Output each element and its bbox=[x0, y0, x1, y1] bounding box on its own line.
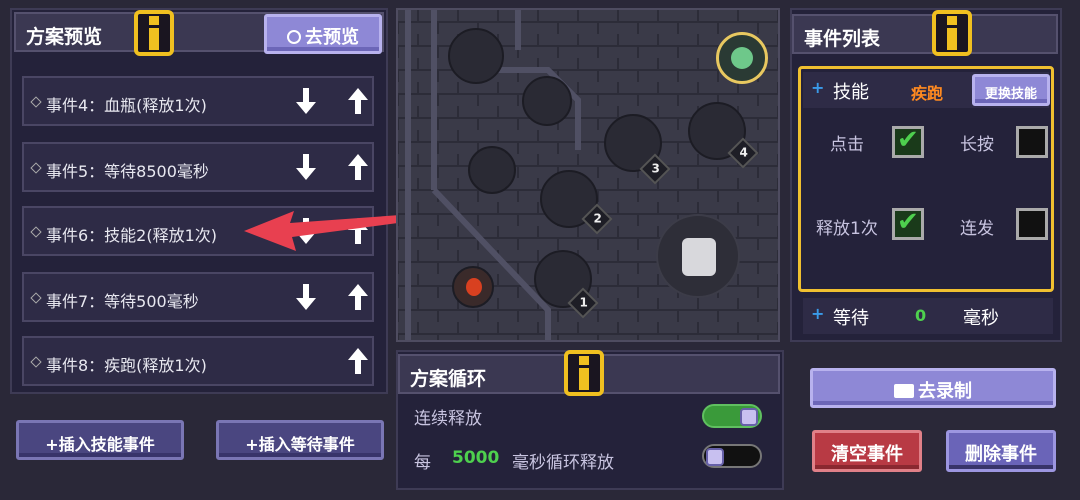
click-checkbox[interactable]: ✔ bbox=[892, 125, 924, 158]
burst-label: 连发 bbox=[960, 219, 994, 239]
map-node-attack[interactable] bbox=[656, 214, 740, 298]
attack-fist-icon bbox=[682, 238, 716, 276]
delete-event-button[interactable]: 删除事件 bbox=[946, 430, 1056, 472]
every-value[interactable]: 5000 bbox=[452, 448, 499, 468]
map-node-top[interactable] bbox=[448, 28, 504, 84]
release-once-label: 释放1次 bbox=[816, 219, 878, 239]
click-label: 点击 bbox=[830, 135, 864, 155]
move-up-icon[interactable] bbox=[346, 346, 370, 376]
move-up-icon[interactable] bbox=[346, 152, 370, 182]
event-row[interactable]: 事件5：等待8500毫秒 bbox=[22, 142, 374, 192]
event-row[interactable]: 事件4：血瓶(释放1次) bbox=[22, 76, 374, 126]
event-info-icon[interactable] bbox=[932, 10, 972, 56]
event-row[interactable]: 事件7：等待500毫秒 bbox=[22, 272, 374, 322]
event-row[interactable]: 事件8：疾跑(释放1次) bbox=[22, 336, 374, 386]
record-label: 去录制 bbox=[918, 381, 972, 402]
loop-info-icon[interactable] bbox=[564, 350, 604, 396]
preview-title: 方案预览 bbox=[26, 26, 103, 48]
release-once-checkbox[interactable]: ✔ bbox=[892, 207, 924, 240]
long-press-label: 长按 bbox=[960, 135, 994, 155]
burst-checkbox[interactable] bbox=[1016, 208, 1048, 240]
delete-label: 删除事件 bbox=[965, 444, 1037, 465]
move-up-icon[interactable] bbox=[346, 282, 370, 312]
camera-icon bbox=[894, 384, 914, 398]
change-skill-button[interactable]: 更换技能 bbox=[972, 74, 1050, 106]
event-list-title-bar: 事件列表 bbox=[792, 14, 1058, 54]
insert-skill-event-button[interactable]: +插入技能事件 bbox=[16, 420, 184, 460]
map-node-red-potion[interactable] bbox=[452, 266, 494, 308]
move-down-icon[interactable] bbox=[294, 282, 318, 312]
wait-unit: 毫秒 bbox=[963, 308, 999, 329]
loop-toggle[interactable] bbox=[702, 444, 762, 468]
plus-icon: + bbox=[811, 78, 825, 97]
clear-events-button[interactable]: 清空事件 bbox=[812, 430, 922, 472]
preview-button-label: 去预览 bbox=[305, 27, 359, 48]
preview-button[interactable]: 去预览 bbox=[264, 14, 382, 54]
event-label: 事件5：等待8500毫秒 bbox=[46, 162, 209, 181]
insert-wait-label: +插入等待事件 bbox=[245, 435, 355, 454]
skill-label: 技能 bbox=[833, 82, 869, 103]
event-label: 事件8：疾跑(释放1次) bbox=[46, 356, 207, 375]
map-node-small[interactable] bbox=[468, 146, 516, 194]
magnifier-icon bbox=[287, 30, 301, 44]
diamond-icon bbox=[30, 96, 42, 108]
check-icon: ✔ bbox=[897, 207, 919, 237]
map-node-potion[interactable] bbox=[522, 76, 572, 126]
continuous-label: 连续释放 bbox=[414, 409, 482, 429]
map-node-green[interactable] bbox=[716, 32, 768, 84]
loop-title: 方案循环 bbox=[410, 368, 487, 390]
event-label: 事件6：技能2(释放1次) bbox=[46, 226, 218, 245]
clear-label: 清空事件 bbox=[831, 444, 903, 465]
event-label: 事件7：等待500毫秒 bbox=[46, 292, 199, 311]
wait-value[interactable]: 0 bbox=[915, 306, 926, 325]
insert-skill-label: +插入技能事件 bbox=[45, 435, 155, 454]
red-potion-icon bbox=[466, 278, 482, 296]
skill-map: 3 4 2 1 bbox=[396, 8, 780, 342]
diamond-icon bbox=[30, 356, 42, 368]
every-unit: 毫秒循环释放 bbox=[512, 453, 614, 473]
diamond-icon bbox=[30, 162, 42, 174]
skill-name: 疾跑 bbox=[911, 84, 944, 103]
move-up-icon[interactable] bbox=[346, 86, 370, 116]
wait-label: 等待 bbox=[833, 308, 869, 329]
change-skill-label: 更换技能 bbox=[984, 87, 1037, 102]
green-orb-icon bbox=[731, 47, 753, 69]
every-label: 每 bbox=[414, 453, 431, 473]
long-press-checkbox[interactable] bbox=[1016, 126, 1048, 158]
move-down-icon[interactable] bbox=[294, 152, 318, 182]
continuous-toggle[interactable] bbox=[702, 404, 762, 428]
event-list-title: 事件列表 bbox=[804, 28, 881, 50]
diamond-icon bbox=[30, 226, 42, 238]
diamond-icon bbox=[30, 292, 42, 304]
move-down-icon[interactable] bbox=[294, 86, 318, 116]
check-icon: ✔ bbox=[897, 125, 919, 155]
record-button[interactable]: 去录制 bbox=[810, 368, 1056, 408]
event-label: 事件4：血瓶(释放1次) bbox=[46, 96, 207, 115]
plus-icon: + bbox=[811, 304, 825, 323]
insert-wait-event-button[interactable]: +插入等待事件 bbox=[216, 420, 384, 460]
info-icon[interactable] bbox=[134, 10, 174, 56]
wait-row: + 等待 0 毫秒 bbox=[803, 298, 1053, 334]
